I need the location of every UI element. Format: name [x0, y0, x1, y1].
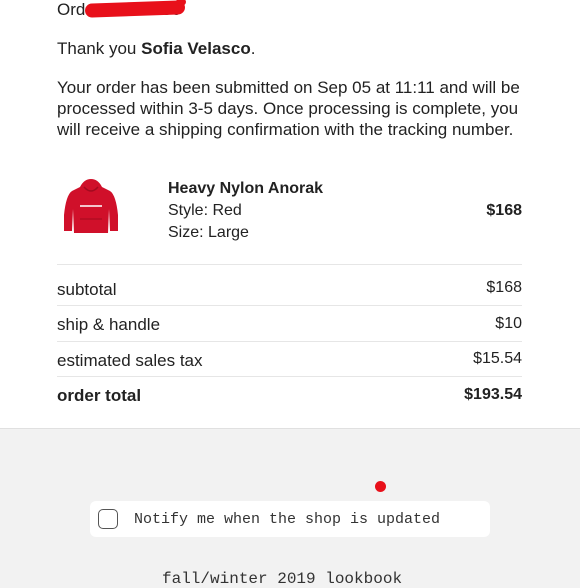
notify-label[interactable]: Notify me when the shop is updated	[134, 511, 440, 528]
order-message: Your order has been submitted on Sep 05 …	[57, 78, 520, 139]
notify-checkbox[interactable]	[98, 509, 118, 529]
thank-you-prefix: Thank you	[57, 39, 142, 58]
thank-you-line: Thank you Sofia Velasco.	[57, 39, 255, 59]
item-style: Style: Red	[168, 202, 242, 219]
divider	[57, 376, 522, 377]
anorak-thumbnail[interactable]	[60, 175, 122, 237]
item-name[interactable]: Heavy Nylon Anorak	[168, 180, 323, 198]
divider	[57, 341, 522, 342]
ship-handle-label: ship & handle	[57, 315, 161, 334]
subtotal-label: subtotal	[57, 280, 117, 299]
item-price: $168	[486, 202, 522, 219]
order-confirmation-card: Ord336 Thank you Sofia Velasco. Your ord…	[0, 0, 580, 429]
sales-tax-label: estimated sales tax	[57, 351, 203, 370]
subtotal-value: $168	[486, 279, 522, 296]
customer-name: Sofia Velasco	[141, 39, 251, 58]
order-total-label: order total	[57, 386, 142, 405]
order-number-prefix: Ord	[57, 0, 86, 19]
order-total-value: $193.54	[464, 386, 522, 403]
sales-tax-value: $15.54	[473, 350, 522, 367]
red-dot-mark	[375, 481, 386, 492]
ship-handle-value: $10	[495, 315, 522, 332]
item-size: Size: Large	[168, 224, 249, 241]
divider	[57, 264, 522, 265]
divider	[57, 305, 522, 306]
lookbook-link[interactable]: fall/winter 2019 lookbook	[162, 570, 402, 588]
thank-you-suffix: .	[250, 39, 256, 58]
notify-option[interactable]: Notify me when the shop is updated	[90, 501, 490, 537]
